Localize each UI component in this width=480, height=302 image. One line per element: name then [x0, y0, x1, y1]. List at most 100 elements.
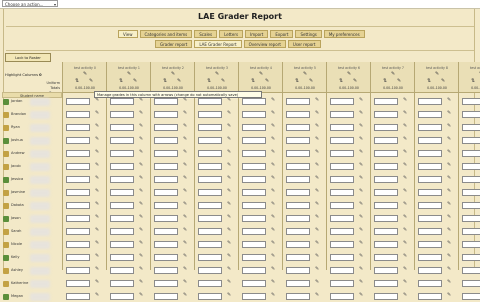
grade-input[interactable]	[418, 124, 442, 131]
grade-input[interactable]	[242, 98, 266, 105]
student-row[interactable]: Jordan	[2, 98, 62, 107]
column-name[interactable]: test activity 3	[195, 66, 239, 70]
student-icon[interactable]	[3, 281, 9, 287]
edit-icon[interactable]: ✎	[183, 188, 187, 194]
tab-my-preferences[interactable]: My preferences	[323, 30, 365, 38]
grade-input[interactable]	[418, 98, 442, 105]
sort-icon[interactable]: ⇅	[471, 78, 475, 84]
grade-input[interactable]	[330, 137, 354, 144]
student-name[interactable]: Joshua	[11, 138, 23, 142]
sort-icon[interactable]: ⇅	[383, 78, 387, 84]
edit-icon[interactable]: ✎	[215, 71, 219, 77]
grade-input[interactable]	[242, 267, 266, 274]
edit-icon[interactable]: ✎	[315, 97, 319, 103]
grade-input[interactable]	[242, 137, 266, 144]
grade-input[interactable]	[330, 176, 354, 183]
edit-icon[interactable]: ✎	[139, 292, 143, 298]
column-header[interactable]: test activity 5 ✎ ⇅ ✎ 0.00–100.00	[283, 62, 327, 93]
edit-icon[interactable]: ✎	[271, 266, 275, 272]
student-row[interactable]: Megan	[2, 293, 62, 302]
grade-input[interactable]	[418, 189, 442, 196]
grade-input[interactable]	[198, 137, 222, 144]
edit-icon[interactable]: ✎	[183, 110, 187, 116]
grade-input[interactable]	[286, 111, 310, 118]
edit-icon[interactable]: ✎	[183, 123, 187, 129]
grade-input[interactable]	[418, 241, 442, 248]
grade-input[interactable]	[286, 280, 310, 287]
edit-icon[interactable]: ✎	[359, 149, 363, 155]
edit-icon[interactable]: ✎	[441, 78, 445, 84]
edit-icon[interactable]: ✎	[95, 123, 99, 129]
grade-input[interactable]	[110, 280, 134, 287]
student-row[interactable]: Nicole	[2, 241, 62, 250]
edit-icon[interactable]: ✎	[259, 71, 263, 77]
grade-input[interactable]	[330, 293, 354, 300]
grade-input[interactable]	[154, 267, 178, 274]
grade-input[interactable]	[66, 111, 90, 118]
grade-input[interactable]	[154, 189, 178, 196]
student-name[interactable]: Dakota	[11, 203, 24, 207]
grade-input[interactable]	[242, 163, 266, 170]
grade-input[interactable]	[154, 176, 178, 183]
grade-input[interactable]	[374, 163, 398, 170]
edit-icon[interactable]: ✎	[359, 162, 363, 168]
edit-icon[interactable]: ✎	[271, 149, 275, 155]
edit-icon[interactable]: ✎	[227, 253, 231, 259]
grade-input[interactable]	[154, 202, 178, 209]
edit-icon[interactable]: ✎	[95, 227, 99, 233]
edit-icon[interactable]: ✎	[95, 240, 99, 246]
edit-icon[interactable]: ✎	[271, 162, 275, 168]
grade-input[interactable]	[242, 189, 266, 196]
edit-icon[interactable]: ✎	[227, 110, 231, 116]
edit-icon[interactable]: ✎	[403, 162, 407, 168]
edit-icon[interactable]: ✎	[403, 123, 407, 129]
edit-icon[interactable]: ✎	[133, 78, 137, 84]
column-header[interactable]: test activity 7 ✎ ⇅ ✎ 0.00–100.00	[371, 62, 415, 93]
edit-icon[interactable]: ✎	[447, 123, 451, 129]
edit-icon[interactable]: ✎	[315, 110, 319, 116]
grade-input[interactable]	[330, 150, 354, 157]
edit-icon[interactable]: ✎	[271, 214, 275, 220]
edit-icon[interactable]: ✎	[359, 97, 363, 103]
column-name[interactable]: test activity 6	[327, 66, 371, 70]
edit-icon[interactable]: ✎	[227, 292, 231, 298]
grade-input[interactable]	[154, 150, 178, 157]
grade-input[interactable]	[462, 150, 480, 157]
grade-input[interactable]	[242, 241, 266, 248]
edit-icon[interactable]: ✎	[315, 149, 319, 155]
grade-input[interactable]	[330, 202, 354, 209]
grade-input[interactable]	[462, 111, 480, 118]
grade-input[interactable]	[330, 254, 354, 261]
edit-icon[interactable]: ✎	[359, 227, 363, 233]
edit-icon[interactable]: ✎	[447, 279, 451, 285]
edit-icon[interactable]: ✎	[183, 279, 187, 285]
edit-icon[interactable]: ✎	[359, 110, 363, 116]
grade-input[interactable]	[374, 293, 398, 300]
student-icon[interactable]	[3, 125, 9, 131]
student-icon[interactable]	[3, 203, 9, 209]
edit-icon[interactable]: ✎	[403, 201, 407, 207]
sort-icon[interactable]: ⇅	[75, 78, 79, 84]
grade-input[interactable]	[66, 189, 90, 196]
grade-input[interactable]	[242, 254, 266, 261]
grade-input[interactable]	[154, 163, 178, 170]
grade-input[interactable]	[418, 293, 442, 300]
sort-icon[interactable]: ⇅	[207, 78, 211, 84]
grade-input[interactable]	[154, 111, 178, 118]
edit-icon[interactable]: ✎	[171, 71, 175, 77]
edit-icon[interactable]: ✎	[139, 253, 143, 259]
edit-icon[interactable]: ✎	[403, 253, 407, 259]
student-row[interactable]: Ashley	[2, 267, 62, 276]
column-header[interactable]: test activity 2 ✎ ⇅ ✎ 0.00–100.00	[151, 62, 195, 93]
grade-input[interactable]	[242, 293, 266, 300]
edit-icon[interactable]: ✎	[447, 214, 451, 220]
student-name[interactable]: Jason	[11, 216, 21, 220]
edit-icon[interactable]: ✎	[315, 292, 319, 298]
edit-icon[interactable]: ✎	[315, 266, 319, 272]
grade-input[interactable]	[286, 241, 310, 248]
grade-input[interactable]	[110, 150, 134, 157]
edit-icon[interactable]: ✎	[183, 292, 187, 298]
grade-input[interactable]	[374, 228, 398, 235]
grade-input[interactable]	[418, 215, 442, 222]
edit-icon[interactable]: ✎	[403, 227, 407, 233]
